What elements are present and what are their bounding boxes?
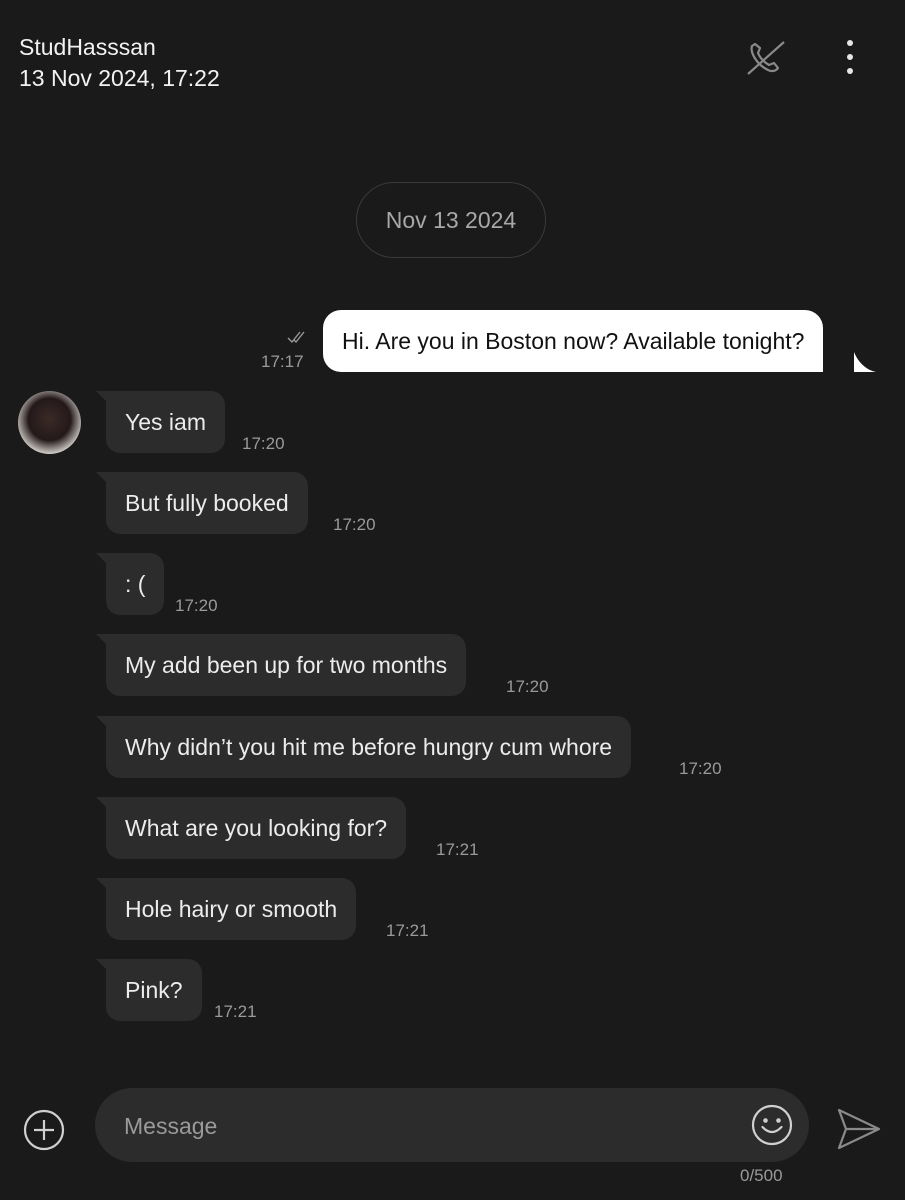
read-check-icon (287, 330, 307, 344)
message-text: Hi. Are you in Boston now? Available ton… (342, 327, 805, 354)
emoji-icon[interactable] (750, 1103, 794, 1147)
conversation-header: StudHasssan 13 Nov 2024, 17:22 (0, 0, 905, 110)
contact-name[interactable]: StudHasssan (19, 34, 156, 61)
message-time: 17:21 (386, 921, 429, 940)
message-time: 17:20 (333, 515, 376, 534)
character-counter: 0/500 (740, 1166, 783, 1185)
message-text: Hole hairy or smooth (125, 895, 338, 922)
bubble-tail (854, 352, 876, 372)
incoming-message-bubble[interactable]: What are you looking for? (106, 797, 407, 859)
message-input[interactable] (122, 1088, 726, 1164)
message-text: What are you looking for? (125, 814, 388, 841)
message-time: 17:21 (214, 1002, 257, 1021)
more-options-icon[interactable] (830, 38, 870, 78)
incoming-message-bubble[interactable]: My add been up for two months (106, 634, 467, 696)
send-icon[interactable] (836, 1106, 882, 1152)
message-text: But fully booked (125, 489, 289, 516)
conversation-subtitle: 13 Nov 2024, 17:22 (19, 65, 220, 91)
incoming-message-bubble[interactable]: But fully booked (106, 472, 308, 534)
message-time: 17:17 (261, 352, 304, 371)
contact-avatar[interactable] (18, 391, 81, 454)
add-attachment-icon[interactable] (22, 1108, 66, 1152)
message-time: 17:20 (679, 759, 722, 778)
call-disabled-icon[interactable] (744, 38, 788, 78)
message-time: 17:20 (242, 434, 285, 453)
message-time: 17:20 (175, 596, 218, 615)
message-text: Yes iam (125, 408, 206, 435)
incoming-message-bubble[interactable]: Why didn’t you hit me before hungry cum … (106, 716, 632, 778)
outgoing-message-bubble[interactable]: Hi. Are you in Boston now? Available ton… (323, 310, 824, 372)
message-time: 17:21 (436, 840, 479, 859)
message-text: My add been up for two months (125, 651, 448, 678)
message-text: Why didn’t you hit me before hungry cum … (125, 733, 613, 760)
incoming-message-bubble[interactable]: Yes iam (106, 391, 225, 453)
incoming-message-bubble[interactable]: : ( (106, 553, 165, 615)
message-text: : ( (125, 570, 146, 597)
message-text: Pink? (125, 976, 183, 1003)
message-time: 17:20 (506, 677, 549, 696)
date-separator: Nov 13 2024 (356, 182, 546, 258)
incoming-message-bubble[interactable]: Hole hairy or smooth (106, 878, 357, 940)
incoming-message-bubble[interactable]: Pink? (106, 959, 202, 1021)
message-field[interactable] (95, 1088, 809, 1164)
